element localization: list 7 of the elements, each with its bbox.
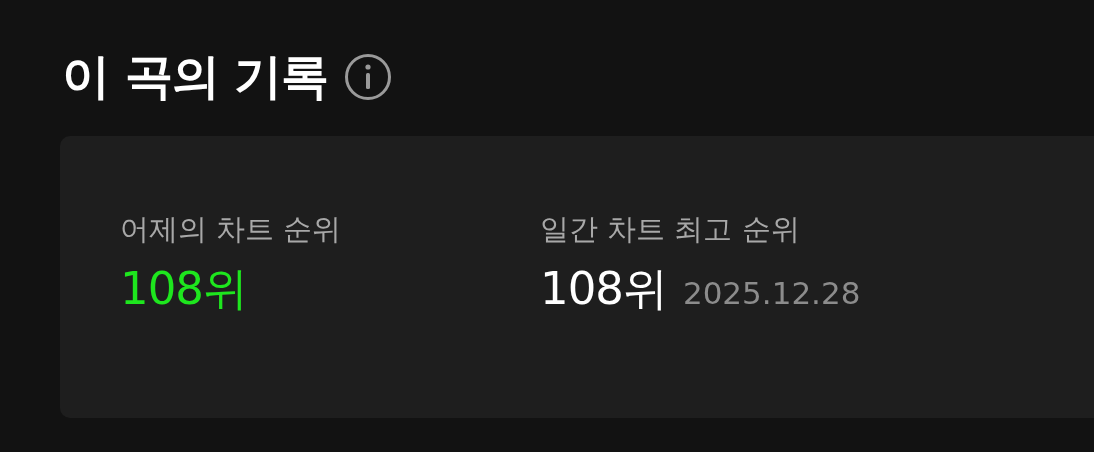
rank-date: 2025.12.28	[682, 274, 861, 314]
stat-label: 어제의 차트 순위	[120, 211, 343, 247]
rank-value: 108위	[120, 262, 247, 317]
section-title: 이 곡의 기록	[62, 48, 329, 106]
info-icon[interactable]	[344, 52, 393, 101]
rank-value: 108위	[540, 262, 667, 317]
stat-label: 일간 차트 최고 순위	[540, 211, 801, 247]
